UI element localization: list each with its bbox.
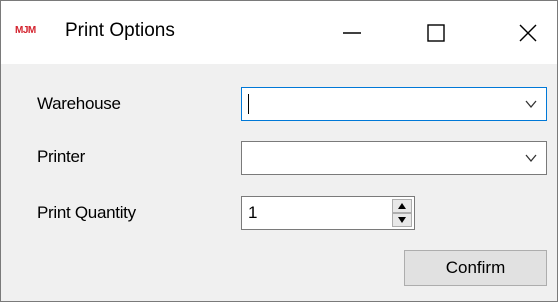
print-quantity-value[interactable]: 1	[248, 203, 257, 223]
printer-label: Printer	[37, 147, 85, 166]
close-button[interactable]	[501, 1, 555, 64]
increment-button[interactable]	[392, 199, 412, 213]
warehouse-combobox[interactable]	[241, 87, 547, 121]
warehouse-label: Warehouse	[37, 94, 121, 113]
stepper-buttons	[392, 199, 412, 227]
printer-combobox[interactable]	[241, 141, 547, 175]
triangle-down-icon	[398, 217, 406, 223]
maximize-icon	[427, 23, 445, 42]
close-icon	[519, 24, 537, 41]
window-title: Print Options	[65, 20, 175, 41]
triangle-up-icon	[398, 203, 406, 209]
decrement-button[interactable]	[392, 213, 412, 227]
minimize-icon	[343, 31, 361, 34]
confirm-button[interactable]: Confirm	[404, 250, 547, 286]
app-logo: MJM	[15, 25, 36, 36]
title-bar[interactable]: MJM Print Options	[1, 1, 557, 64]
text-cursor	[248, 94, 249, 114]
chevron-down-icon[interactable]	[524, 97, 538, 111]
print-options-dialog: MJM Print Options Warehouse Printer Prin…	[0, 0, 558, 302]
print-quantity-label: Print Quantity	[37, 203, 136, 222]
chevron-down-icon[interactable]	[524, 151, 538, 165]
minimize-button[interactable]	[325, 1, 379, 64]
print-quantity-stepper[interactable]: 1	[241, 196, 415, 230]
maximize-button[interactable]	[409, 1, 463, 64]
